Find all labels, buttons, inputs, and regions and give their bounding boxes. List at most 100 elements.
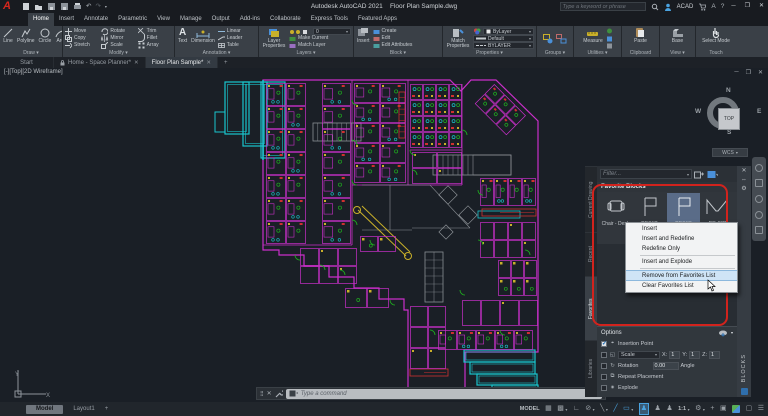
line-button[interactable]: Line	[2, 27, 14, 50]
scale-button[interactable]: Scale	[101, 42, 135, 49]
repeat-placement-checkbox[interactable]	[601, 374, 607, 380]
chevron-down-icon[interactable]: ▾	[606, 407, 608, 412]
menu-item-clear-favorites-list[interactable]: Clear Favorites List	[626, 281, 737, 291]
move-button[interactable]: Move	[65, 28, 99, 35]
linetype-dropdown[interactable]: BYLAYER	[473, 42, 534, 49]
search-icon[interactable]	[651, 3, 659, 11]
ribbon-tab-home[interactable]: Home	[28, 13, 54, 26]
autoscale-icon[interactable]: ♟	[655, 404, 661, 414]
file-tab-start[interactable]: Start	[0, 57, 54, 68]
minimize-button[interactable]: ─	[729, 2, 737, 11]
model-tab[interactable]: Model	[26, 405, 63, 414]
mirror-button[interactable]: Mirror	[101, 35, 135, 42]
menu-item-insert-and-explode[interactable]: Insert and Explode	[626, 257, 737, 267]
viewcube-east[interactable]: E	[757, 108, 761, 115]
restore-button[interactable]: ❐	[743, 2, 752, 11]
block-panel-footer[interactable]: Block ▾	[354, 50, 442, 57]
ribbon-tab-output[interactable]: Output	[207, 13, 235, 26]
utilities-panel-footer[interactable]: Utilities ▾	[574, 50, 621, 57]
scale-z-input[interactable]: 1	[709, 351, 720, 359]
linear-button[interactable]: Linear	[218, 28, 243, 35]
vp-restore-icon[interactable]: ❐	[746, 69, 751, 76]
scale-label[interactable]: 1:1	[678, 406, 686, 412]
zoom-icon[interactable]	[755, 195, 763, 203]
ribbon-tab-collaborate[interactable]: Collaborate	[265, 13, 306, 26]
rotate-button[interactable]: Rotate	[101, 28, 135, 35]
vp-minimize-icon[interactable]: ─	[734, 69, 738, 76]
close-tab-icon[interactable]: ✕	[134, 60, 139, 66]
ribbon-tab-featured-apps[interactable]: Featured Apps	[353, 13, 402, 26]
chevron-down-icon[interactable]: ▾	[703, 407, 705, 412]
trim-button[interactable]: Trim	[138, 28, 172, 35]
make-current-button[interactable]: Make Current	[289, 35, 351, 42]
palette-close-icon[interactable]: ✕	[741, 168, 746, 174]
match-properties-button[interactable]: Match Properties	[445, 27, 471, 50]
view-panel-footer[interactable]: View ▾	[660, 50, 695, 57]
recent-commands-icon[interactable]	[289, 390, 298, 397]
close-button[interactable]: ✕	[757, 2, 766, 11]
ribbon-tab-view[interactable]: View	[152, 13, 175, 26]
layer-dropdown[interactable]: 0	[313, 28, 351, 35]
create-block-button[interactable]: Create	[373, 28, 440, 35]
model-space-label[interactable]: MODEL	[520, 406, 540, 412]
snap-icon[interactable]: ▩	[557, 404, 564, 414]
cart-icon[interactable]	[698, 3, 706, 11]
palette-tab-libraries[interactable]: Libraries	[585, 340, 597, 395]
chevron-down-icon[interactable]: ▾	[688, 407, 690, 412]
viewcube-south[interactable]: S	[727, 129, 731, 136]
clipboard-panel-footer[interactable]: Clipboard	[622, 50, 659, 57]
group-icon[interactable]	[543, 34, 554, 44]
polyline-button[interactable]: Polyline	[16, 27, 36, 50]
dimension-button[interactable]: Dimension	[190, 27, 216, 50]
orbit-icon[interactable]	[755, 211, 763, 219]
isolate-objects-icon[interactable]: ▣	[720, 404, 727, 414]
scale-dropdown[interactable]: Scale	[618, 351, 660, 359]
select-mode-button[interactable]: Select Mode	[701, 27, 731, 50]
palette-tab-favorites[interactable]: Favorites	[585, 276, 597, 340]
ribbon-tab-add-ins[interactable]: Add-ins	[235, 13, 265, 26]
fillet-button[interactable]: Fillet	[138, 35, 172, 42]
add-icon[interactable]: +	[710, 404, 714, 414]
dynamic-input-icon[interactable]: ▭	[623, 404, 630, 414]
annotation-scale-icon[interactable]: ♟	[666, 404, 672, 414]
cmdline-close-icon[interactable]: ✕	[267, 390, 272, 397]
match-layer-button[interactable]: Match Layer	[289, 42, 351, 49]
command-input[interactable]: Type a command ▫	[286, 389, 602, 399]
cmdline-tools-icon[interactable]	[275, 390, 283, 398]
table-button[interactable]: Table	[218, 42, 243, 49]
filter-input[interactable]: Filter...▾	[600, 169, 692, 179]
ungroup-icon[interactable]	[556, 34, 567, 44]
edit-attributes-button[interactable]: Edit Attributes	[373, 42, 440, 49]
menu-item-insert[interactable]: Insert	[626, 224, 737, 234]
showmotion-icon[interactable]	[755, 226, 763, 234]
edit-block-button[interactable]: Edit	[373, 35, 440, 42]
menu-icon[interactable]: ☰	[758, 404, 764, 414]
color-dropdown[interactable]: ByLayer	[483, 28, 534, 35]
grid-icon[interactable]: ▦	[545, 404, 552, 414]
customization-gear-icon[interactable]: ⚙	[695, 404, 701, 414]
ribbon-tab-annotate[interactable]: Annotate	[79, 13, 113, 26]
palette-properties-icon[interactable]: ⚙	[741, 186, 746, 192]
signin-user[interactable]: ACAD	[677, 4, 694, 10]
scale-checkbox[interactable]	[601, 352, 607, 358]
graphics-performance-icon[interactable]	[732, 405, 740, 413]
annotation-panel-footer[interactable]: Annotation ▾	[175, 50, 258, 57]
isometric-icon[interactable]: ╲	[600, 404, 604, 414]
modify-panel-footer[interactable]: Modify ▾	[63, 50, 174, 57]
polar-tracking-icon[interactable]: ⊘	[585, 404, 591, 414]
measure-button[interactable]: Measure	[582, 27, 603, 50]
file-tab-space-planner[interactable]: Home - Space Planner*✕	[54, 57, 146, 68]
viewcube-west[interactable]: W	[695, 108, 701, 115]
copy-button[interactable]: Copy	[65, 35, 99, 42]
menu-item-redefine-only[interactable]: Redefine Only	[626, 244, 737, 254]
stretch-button[interactable]: Stretch	[65, 42, 99, 49]
close-tab-icon[interactable]: ✕	[206, 60, 211, 66]
annotation-visibility-icon[interactable]: ♟	[639, 403, 649, 415]
paste-button[interactable]: Paste	[633, 27, 648, 50]
ribbon-tab-express-tools[interactable]: Express Tools	[306, 13, 353, 26]
object-snap-icon[interactable]: ╱	[613, 404, 617, 414]
cloud-sync-icon[interactable]	[718, 329, 728, 337]
steering-wheel-icon[interactable]	[755, 164, 763, 172]
array-button[interactable]: Array	[138, 42, 172, 49]
viewport-window-buttons[interactable]: ─❐✕	[734, 69, 763, 76]
